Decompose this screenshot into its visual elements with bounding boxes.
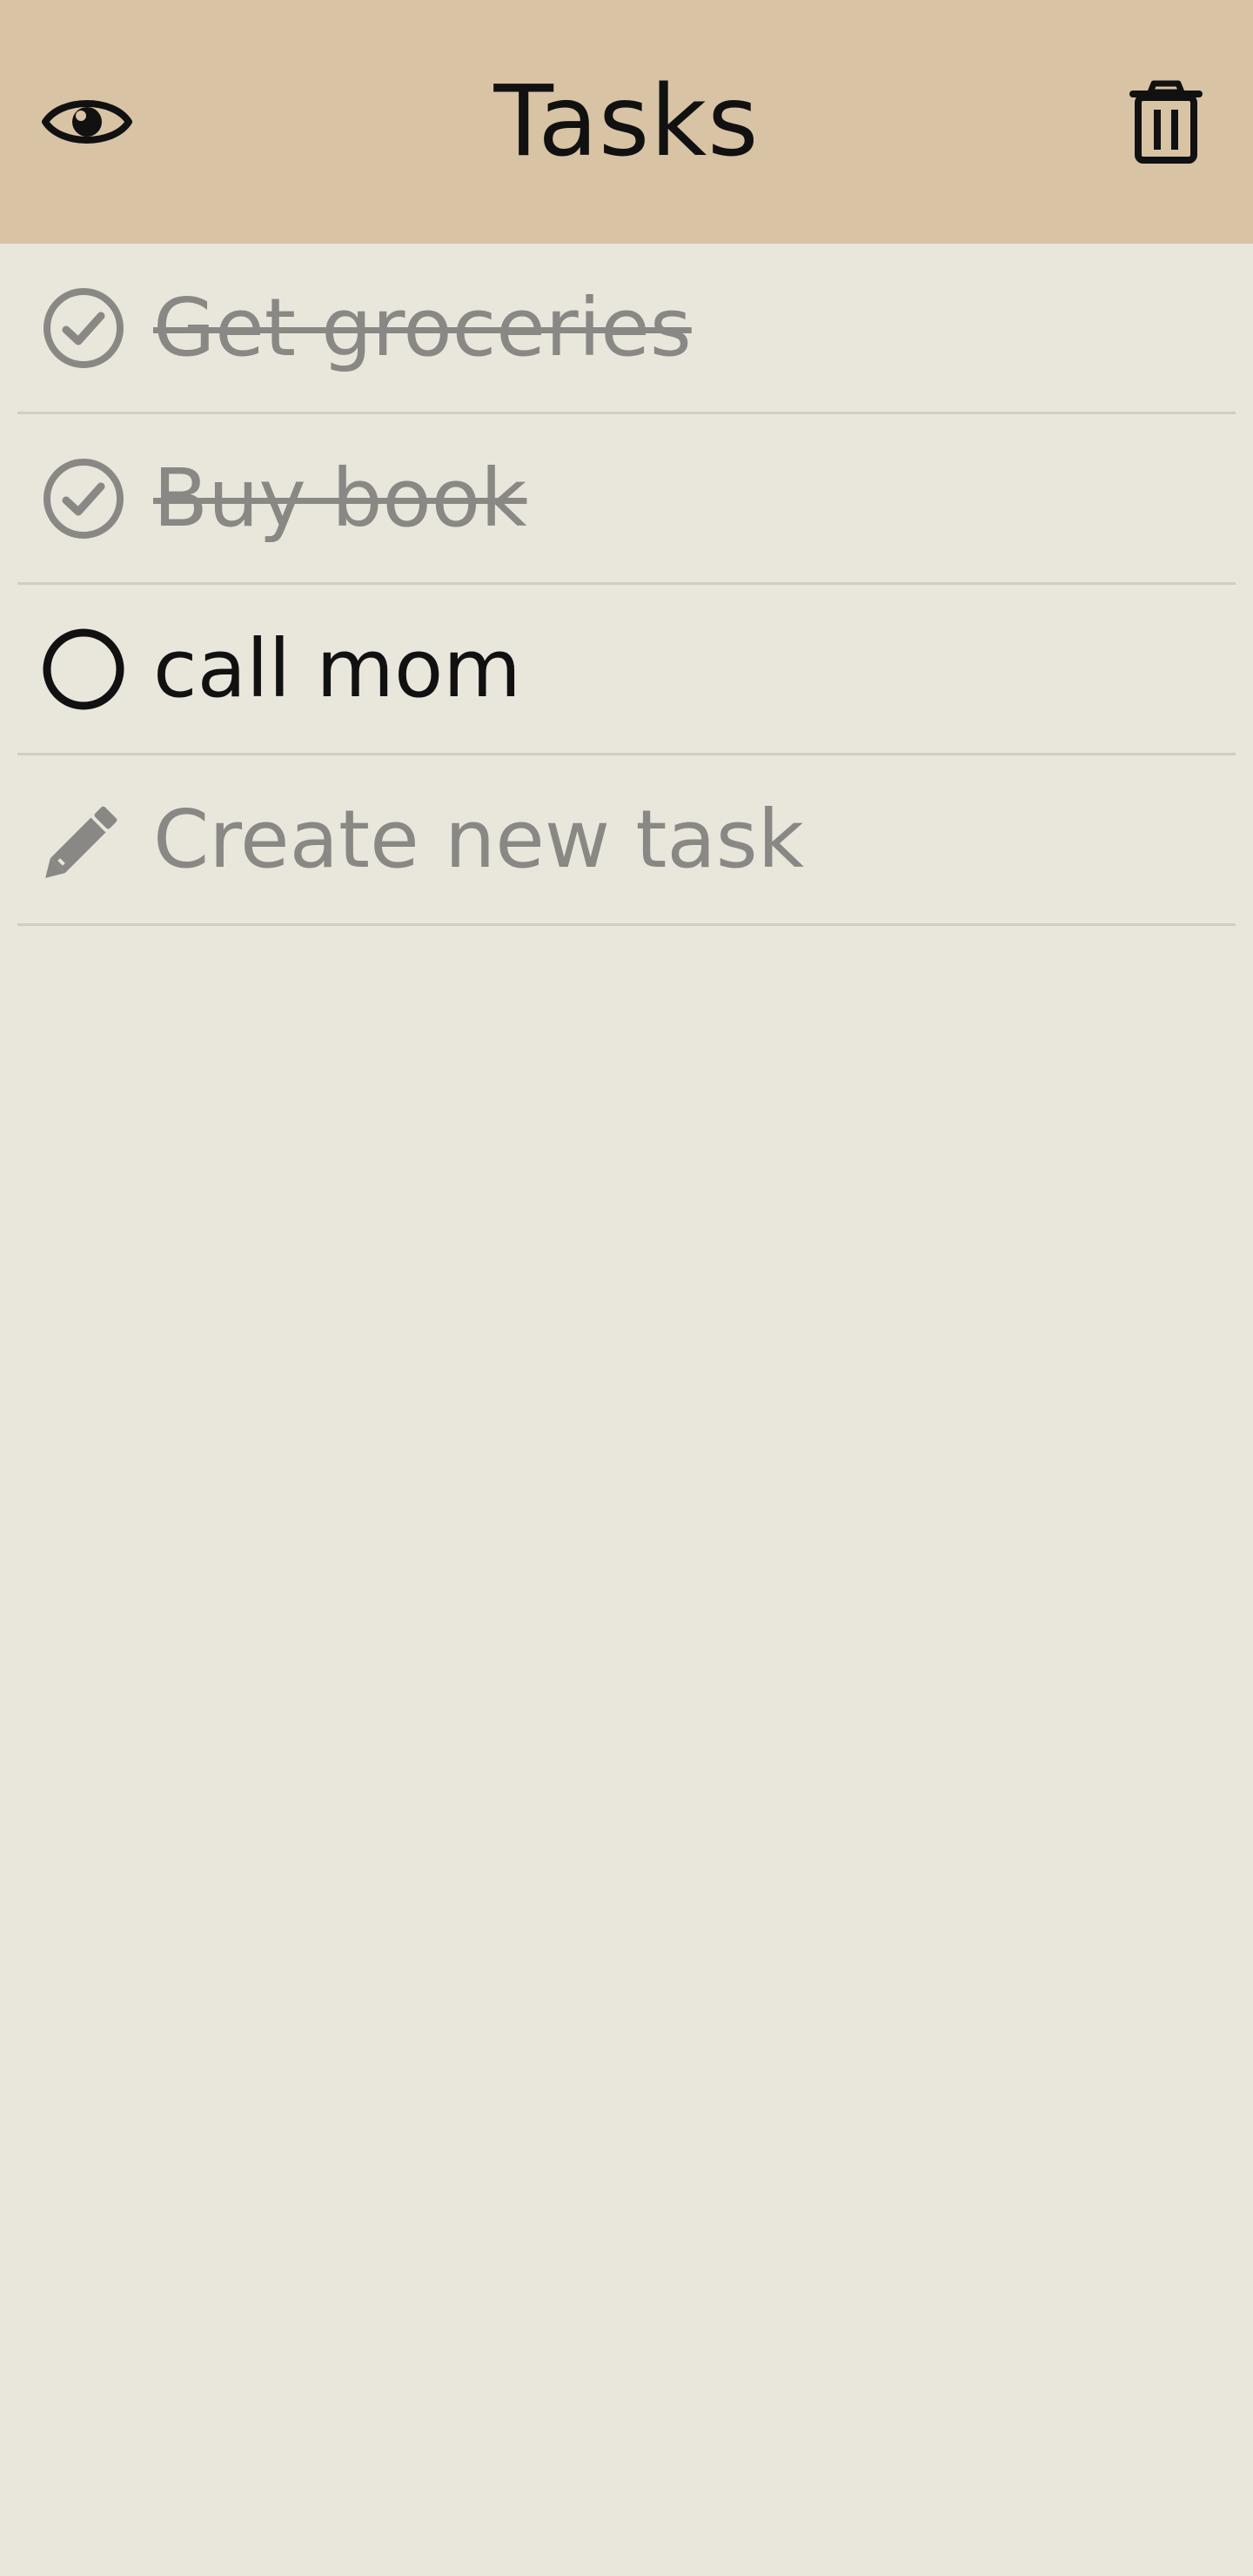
circle-icon[interactable]	[42, 627, 125, 711]
delete-completed-button[interactable]	[1114, 70, 1218, 174]
task-item[interactable]: Get groceries	[17, 244, 1236, 414]
trash-icon	[1129, 80, 1203, 164]
task-item[interactable]: Buy book	[17, 414, 1236, 585]
task-label: Get groceries	[153, 280, 692, 374]
pencil-icon	[42, 798, 125, 882]
task-label: Buy book	[153, 451, 527, 545]
page-title: Tasks	[493, 65, 760, 178]
task-label: call mom	[153, 621, 521, 715]
app-bar: Tasks	[0, 0, 1253, 244]
task-item[interactable]: call mom	[17, 585, 1236, 755]
check-circle-icon[interactable]	[42, 286, 125, 370]
new-task-row[interactable]: Create new task	[17, 755, 1236, 926]
new-task-input[interactable]: Create new task	[153, 792, 804, 888]
check-circle-icon[interactable]	[42, 457, 125, 540]
task-list: Get groceries Buy book call mom Create n…	[0, 244, 1253, 926]
